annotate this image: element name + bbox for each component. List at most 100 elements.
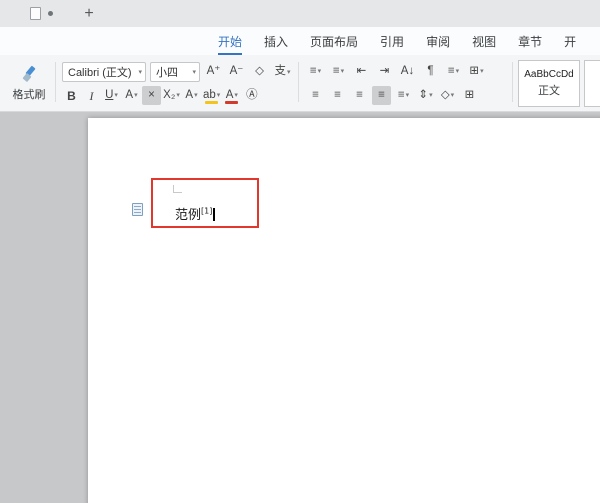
style-preview: AaBbCcDd (524, 69, 573, 80)
justify-button[interactable]: ≡ (372, 86, 391, 105)
subscript-button[interactable]: X₂▾ (162, 86, 181, 105)
align-left-button[interactable]: ≡ (306, 86, 325, 105)
divider (512, 62, 513, 102)
shading-icon: ◇ (441, 90, 450, 102)
bullet-list-icon: ≡ (310, 66, 317, 78)
chevron-down-icon: ▾ (134, 92, 138, 99)
ribbon-tab-home[interactable]: 开始 (218, 27, 242, 55)
style-name: 正文 (538, 82, 560, 98)
sort-icon: A↓ (401, 66, 414, 78)
footnote-reference: [1] (201, 207, 212, 216)
character-border-button[interactable]: Ⓐ (242, 86, 261, 105)
font-family-value: Calibri (正文) (68, 64, 132, 80)
line-spacing-icon: ⇕ (418, 90, 428, 102)
document-canvas[interactable]: 范例[1] (0, 112, 600, 503)
chevron-down-icon: ▾ (341, 68, 345, 75)
table-grid-icon: ⊞ (469, 66, 479, 78)
borders-button[interactable]: ⊞ (460, 86, 479, 105)
font-color-swatch (225, 101, 238, 104)
chevron-down-icon: ▾ (456, 68, 460, 75)
numbered-list-button[interactable]: ≡▾ (329, 62, 348, 81)
distribute-icon: ≡ (398, 90, 405, 102)
chevron-down-icon: ▾ (194, 92, 198, 99)
ribbon-tab-review[interactable]: 审阅 (426, 27, 450, 55)
underline-button[interactable]: U▾ (102, 86, 121, 105)
chevron-down-icon: ▾ (451, 92, 455, 99)
shrink-font-button[interactable]: A⁻ (227, 63, 246, 82)
decrease-indent-button[interactable]: ⇤ (352, 62, 371, 81)
decrease-indent-icon: ⇤ (357, 66, 367, 78)
character-spacing-button[interactable]: A▾ (122, 86, 141, 105)
chevron-down-icon: ▾ (287, 69, 291, 76)
document-text-run: 范例 (175, 208, 201, 223)
chevron-down-icon: ▾ (318, 68, 322, 75)
format-painter-label: 格式刷 (13, 86, 46, 102)
margin-page-icon[interactable] (132, 203, 143, 216)
ribbon-tab-truncated[interactable]: 开 (564, 27, 576, 55)
chevron-down-icon: ▾ (176, 92, 180, 99)
ribbon-tab-page-layout[interactable]: 页面布局 (310, 27, 358, 55)
ribbon-tab-view[interactable]: 视图 (472, 27, 496, 55)
columns-icon: ≡ (448, 66, 455, 78)
chevron-down-icon: ▾ (192, 69, 196, 76)
chevron-down-icon: ▾ (217, 92, 221, 99)
chevron-down-icon: ▾ (480, 68, 484, 75)
format-painter-button[interactable]: 格式刷 (6, 60, 52, 107)
text-effects-button[interactable]: A▾ (182, 86, 201, 105)
line-spacing-button[interactable]: ⇕▾ (416, 86, 435, 105)
paragraph-mark-icon: ¶ (427, 66, 433, 78)
style-normal[interactable]: AaBbCcDd 正文 (518, 60, 580, 107)
chevron-down-icon: ▾ (234, 92, 238, 99)
shading-button[interactable]: ◇▾ (438, 86, 457, 105)
font-color-button[interactable]: A▾ (222, 86, 241, 105)
style-heading[interactable]: Aa 标 (584, 60, 600, 107)
justify-icon: ≡ (378, 90, 385, 102)
numbered-list-icon: ≡ (333, 66, 340, 78)
divider (298, 62, 299, 102)
ribbon-tab-insert[interactable]: 插入 (264, 27, 288, 55)
clear-format-button[interactable]: ◇ (250, 63, 269, 82)
grow-font-button[interactable]: A⁺ (204, 63, 223, 82)
show-marks-button[interactable]: ¶ (421, 62, 440, 81)
ribbon-toolbar: 格式刷 Calibri (正文) ▾ 小四 ▾ A⁺ A⁻ ◇ 支▾ B I U… (0, 55, 600, 112)
bullet-list-button[interactable]: ≡▾ (306, 62, 325, 81)
increase-indent-icon: ⇥ (380, 66, 390, 78)
columns-button[interactable]: ≡▾ (444, 62, 463, 81)
align-center-icon: ≡ (334, 90, 341, 102)
new-tab-button[interactable]: + (79, 4, 99, 24)
highlight-color-swatch (205, 101, 218, 104)
format-painter-icon (21, 66, 37, 82)
italic-button[interactable]: I (82, 86, 101, 105)
chevron-down-icon: ▾ (138, 69, 142, 76)
document-icon (30, 7, 41, 20)
strikethrough-button[interactable]: × (142, 86, 161, 105)
bold-button[interactable]: B (62, 86, 81, 105)
ribbon-tab-references[interactable]: 引用 (380, 27, 404, 55)
chevron-down-icon: ▾ (114, 92, 118, 99)
sort-button[interactable]: A↓ (398, 62, 417, 81)
align-right-icon: ≡ (356, 90, 363, 102)
document-text[interactable]: 范例[1] (175, 204, 215, 223)
ribbon-tab-strip: 开始 插入 页面布局 引用 审阅 视图 章节 开 (0, 27, 600, 55)
document-tab[interactable] (30, 0, 53, 27)
phonetic-guide-button[interactable]: 支▾ (273, 63, 292, 82)
distribute-button[interactable]: ≡▾ (394, 86, 413, 105)
page[interactable]: 范例[1] (88, 118, 600, 503)
borders-icon: ⊞ (465, 90, 475, 102)
font-family-select[interactable]: Calibri (正文) ▾ (62, 62, 146, 82)
insert-table-button[interactable]: ⊞▾ (467, 62, 486, 81)
chevron-down-icon: ▾ (406, 92, 410, 99)
window-tab-bar: + (0, 0, 600, 27)
align-center-button[interactable]: ≡ (328, 86, 347, 105)
align-right-button[interactable]: ≡ (350, 86, 369, 105)
text-cursor (213, 208, 215, 221)
highlight-color-button[interactable]: ab▾ (202, 86, 221, 105)
chevron-down-icon: ▾ (429, 92, 433, 99)
ribbon-tab-section[interactable]: 章节 (518, 27, 542, 55)
font-size-select[interactable]: 小四 ▾ (150, 62, 200, 82)
unsaved-indicator-dot (48, 11, 53, 16)
divider (55, 62, 56, 102)
align-left-icon: ≡ (312, 90, 319, 102)
font-size-value: 小四 (156, 64, 178, 80)
increase-indent-button[interactable]: ⇥ (375, 62, 394, 81)
